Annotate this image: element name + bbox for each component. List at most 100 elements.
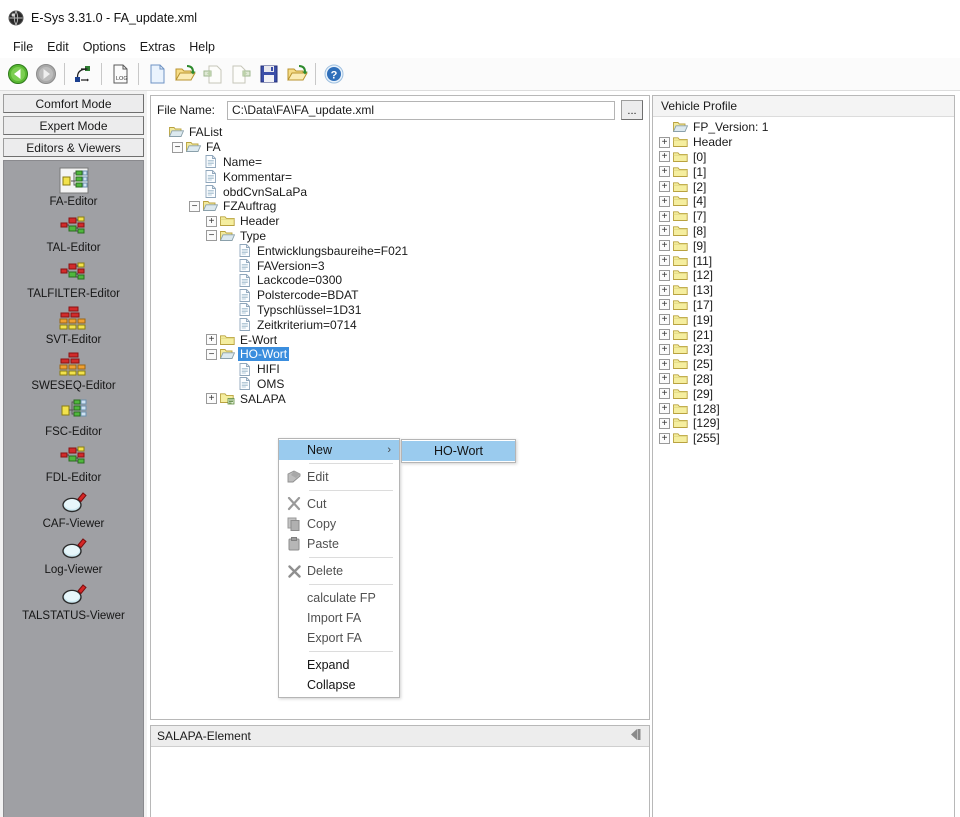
fa-tree[interactable]: FAList − FA Name= Kommentar= obdCvnSaLaPa − FZA…	[151, 124, 649, 719]
tree-row[interactable]: FAList	[151, 125, 649, 140]
ctx-collapse[interactable]: Collapse	[279, 675, 399, 695]
editors-viewers-button[interactable]: Editors & Viewers	[3, 138, 144, 157]
ctx-paste[interactable]: Paste	[279, 534, 399, 554]
expand-plus-icon[interactable]: +	[659, 358, 670, 370]
connection-button[interactable]	[70, 61, 96, 87]
vehicle-profile-row[interactable]: + [19]	[653, 312, 954, 327]
vehicle-profile-row[interactable]: + [2]	[653, 179, 954, 194]
expand-plus-icon[interactable]: +	[659, 417, 670, 429]
tree-row[interactable]: − Type	[151, 229, 649, 244]
sidebar-item-tal-editor[interactable]: TAL-Editor	[4, 213, 143, 254]
vehicle-profile-row[interactable]: + [13]	[653, 283, 954, 298]
sidebar-item-svt-editor[interactable]: SVT-Editor	[4, 305, 143, 346]
sidebar-item-sweseq-editor[interactable]: SWESEQ-Editor	[4, 351, 143, 392]
tree-row[interactable]: + Header	[151, 214, 649, 229]
ctx-edit[interactable]: Edit	[279, 467, 399, 487]
vehicle-profile-row[interactable]: + [23]	[653, 342, 954, 357]
sidebar-item-caf-viewer[interactable]: CAF-Viewer	[4, 489, 143, 530]
expand-plus-icon[interactable]: +	[659, 329, 670, 341]
collapse-minus-icon[interactable]: −	[189, 200, 200, 212]
vehicle-profile-row[interactable]: + [1]	[653, 164, 954, 179]
forward-button[interactable]	[33, 61, 59, 87]
menu-options[interactable]: Options	[76, 38, 133, 56]
salapa-body[interactable]	[151, 747, 649, 817]
ctx-expand[interactable]: Expand	[279, 655, 399, 675]
tree-row[interactable]: Polstercode=BDAT	[151, 288, 649, 303]
tree-row[interactable]: − HO-Wort	[151, 347, 649, 362]
browse-button[interactable]: ...	[621, 100, 643, 120]
vehicle-profile-row[interactable]: + [7]	[653, 209, 954, 224]
expand-plus-icon[interactable]: +	[659, 255, 670, 267]
ctx-submenu-ho-wort[interactable]: HO-Wort	[402, 441, 515, 461]
collapse-left-arrow-icon[interactable]	[629, 728, 643, 744]
ctx-cut[interactable]: Cut	[279, 494, 399, 514]
menu-extras[interactable]: Extras	[133, 38, 182, 56]
vehicle-profile-row[interactable]: + [12]	[653, 268, 954, 283]
expert-mode-button[interactable]: Expert Mode	[3, 116, 144, 135]
menu-help[interactable]: Help	[182, 38, 222, 56]
vehicle-profile-tree[interactable]: FP_Version: 1 + Header + [0] + [1] + [2] + [4] + [7]…	[653, 117, 954, 817]
filename-input[interactable]	[227, 100, 615, 120]
ctx-delete[interactable]: Delete	[279, 561, 399, 581]
expand-plus-icon[interactable]: +	[659, 195, 670, 207]
log-button[interactable]: LOG	[107, 61, 133, 87]
export-button[interactable]	[228, 61, 254, 87]
tree-row[interactable]: − FA	[151, 140, 649, 155]
expand-plus-icon[interactable]: +	[659, 403, 670, 415]
expand-plus-icon[interactable]: +	[659, 136, 670, 148]
collapse-minus-icon[interactable]: −	[206, 230, 217, 242]
save-button[interactable]	[256, 61, 282, 87]
expand-plus-icon[interactable]: +	[659, 314, 670, 326]
expand-plus-icon[interactable]: +	[659, 166, 670, 178]
expand-plus-icon[interactable]: +	[659, 284, 670, 296]
expand-plus-icon[interactable]: +	[659, 240, 670, 252]
expand-plus-icon[interactable]: +	[206, 393, 217, 405]
ctx-export-fa[interactable]: Export FA	[279, 628, 399, 648]
new-button[interactable]	[144, 61, 170, 87]
ctx-new[interactable]: New › HO-Wort	[279, 439, 516, 463]
expand-plus-icon[interactable]: +	[206, 334, 217, 346]
vehicle-profile-row[interactable]: + [4]	[653, 194, 954, 209]
tree-row[interactable]: Name=	[151, 155, 649, 170]
vehicle-profile-row[interactable]: + [28]	[653, 372, 954, 387]
back-button[interactable]	[5, 61, 31, 87]
vehicle-profile-row[interactable]: + Header	[653, 135, 954, 150]
vehicle-profile-row[interactable]: + [21]	[653, 327, 954, 342]
vehicle-profile-row[interactable]: + [0]	[653, 150, 954, 165]
tree-row[interactable]: Kommentar=	[151, 169, 649, 184]
tree-row[interactable]: FAVersion=3	[151, 258, 649, 273]
tree-row[interactable]: Lackcode=0300	[151, 273, 649, 288]
sidebar-item-log-viewer[interactable]: Log-Viewer	[4, 535, 143, 576]
vehicle-profile-row[interactable]: + [29]	[653, 386, 954, 401]
ctx-import-fa[interactable]: Import FA	[279, 608, 399, 628]
expand-plus-icon[interactable]: +	[206, 215, 217, 227]
save-as-button[interactable]	[284, 61, 310, 87]
sidebar-item-talstatus-viewer[interactable]: TALSTATUS-Viewer	[4, 581, 143, 622]
menu-file[interactable]: File	[6, 38, 40, 56]
vehicle-profile-row[interactable]: + [9]	[653, 238, 954, 253]
expand-plus-icon[interactable]: +	[659, 225, 670, 237]
expand-plus-icon[interactable]: +	[659, 343, 670, 355]
expand-plus-icon[interactable]: +	[659, 269, 670, 281]
ctx-calculate-fp[interactable]: calculate FP	[279, 588, 399, 608]
vehicle-profile-row[interactable]: + [255]	[653, 431, 954, 446]
sidebar-item-fa-editor[interactable]: FA-Editor	[4, 167, 143, 208]
tree-row[interactable]: + SALAPA	[151, 391, 649, 406]
collapse-minus-icon[interactable]: −	[172, 141, 183, 153]
tree-row[interactable]: Zeitkriterium=0714	[151, 317, 649, 332]
collapse-minus-icon[interactable]: −	[206, 348, 217, 360]
help-button[interactable]: ?	[321, 61, 347, 87]
menu-edit[interactable]: Edit	[40, 38, 76, 56]
vehicle-profile-row[interactable]: + [11]	[653, 253, 954, 268]
tree-row[interactable]: − FZAuftrag	[151, 199, 649, 214]
comfort-mode-button[interactable]: Comfort Mode	[3, 94, 144, 113]
tree-row[interactable]: HIFI	[151, 362, 649, 377]
tree-row[interactable]: Entwicklungsbaureihe=F021	[151, 243, 649, 258]
context-submenu[interactable]: HO-Wort	[401, 439, 516, 463]
ctx-copy[interactable]: Copy	[279, 514, 399, 534]
vehicle-profile-row[interactable]: FP_Version: 1	[653, 120, 954, 135]
expand-plus-icon[interactable]: +	[659, 388, 670, 400]
vehicle-profile-row[interactable]: + [128]	[653, 401, 954, 416]
expand-plus-icon[interactable]: +	[659, 210, 670, 222]
expand-plus-icon[interactable]: +	[659, 299, 670, 311]
